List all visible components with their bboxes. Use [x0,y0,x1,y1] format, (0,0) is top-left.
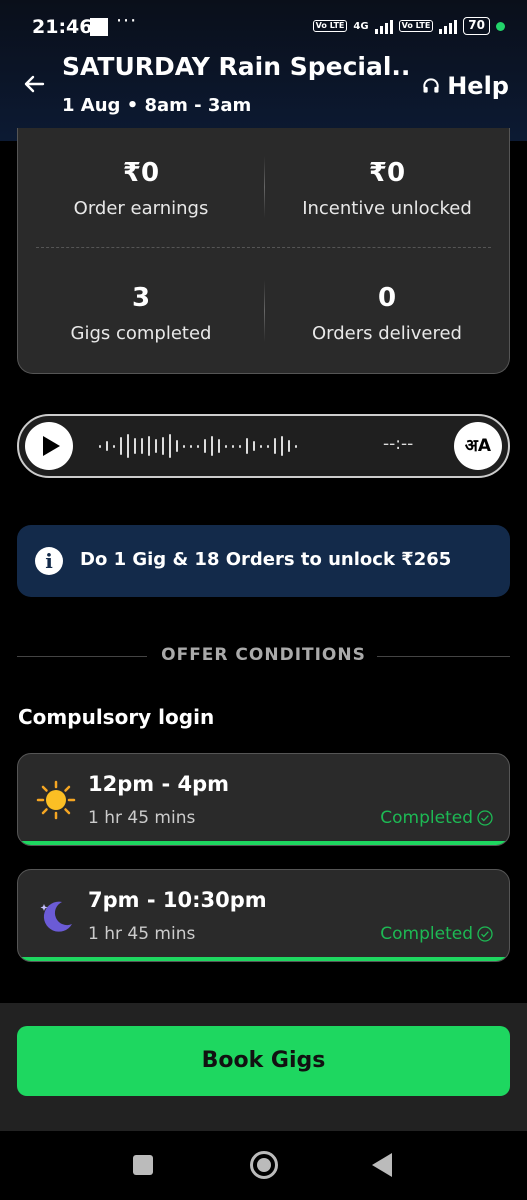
check-circle-icon [477,810,493,826]
language-toggle-button[interactable]: अA [454,422,502,470]
order-earnings-value: ₹0 [122,158,160,188]
info-icon: i [35,547,63,575]
audio-duration: --:-- [383,434,414,454]
app-header: 21:46 ··· Vo LTE 4G Vo LTE 70 SATURDAY R… [0,0,527,141]
order-earnings-label: Order earnings [73,198,209,219]
recents-icon[interactable] [133,1155,153,1175]
notification-icon [90,18,108,36]
home-icon[interactable] [250,1151,278,1179]
slot-duration: 1 hr 45 mins [88,808,196,828]
sun-icon [36,780,76,820]
vertical-divider-2 [264,280,265,342]
incentive-unlocked-label: Incentive unlocked [302,198,472,219]
slot-duration: 1 hr 45 mins [88,924,196,944]
moon-icon [40,901,72,932]
back-arrow-icon[interactable] [22,72,46,96]
stat-order-earnings: ₹0 Order earnings [18,158,264,219]
status-time: 21:46 [32,16,93,38]
system-nav-bar [0,1131,527,1200]
play-button[interactable] [25,422,73,470]
compulsory-login-title: Compulsory login [18,705,215,729]
incentive-unlocked-value: ₹0 [368,158,406,188]
stat-gigs-completed: 3 Gigs completed [18,283,264,344]
slot-status: Completed [380,808,493,828]
vertical-divider [264,156,265,218]
slot-progress-bar [18,957,509,961]
book-gigs-button[interactable]: Book Gigs [17,1026,510,1096]
login-slot-card[interactable]: 7pm - 10:30pm 1 hr 45 mins Completed [17,869,510,962]
orders-delivered-label: Orders delivered [312,323,462,344]
page-subtitle: 1 Aug • 8am - 3am [62,95,252,116]
volte-icon-2: Vo LTE [398,20,434,32]
signal-icon-2 [439,18,458,34]
more-notifications-icon: ··· [116,10,138,32]
stat-orders-delivered: 0 Orders delivered [264,283,510,344]
page-title: SATURDAY Rain Special... [62,52,412,81]
help-label: Help [447,72,509,100]
slot-time: 7pm - 10:30pm [88,888,267,912]
headset-icon [423,78,439,93]
login-slot-card[interactable]: 12pm - 4pm 1 hr 45 mins Completed [17,753,510,846]
signal-icon [374,18,393,34]
check-circle-icon [477,926,493,942]
stat-incentive-unlocked: ₹0 Incentive unlocked [264,158,510,219]
bottom-action-bar: Book Gigs [0,1003,527,1131]
slot-status: Completed [380,924,493,944]
audio-player: --:-- अA [17,414,510,478]
back-icon[interactable] [372,1153,392,1177]
incentive-info-text: Do 1 Gig & 18 Orders to unlock ₹265 [80,549,452,570]
slot-status-label: Completed [380,808,473,828]
gigs-completed-value: 3 [131,283,151,313]
gigs-completed-label: Gigs completed [70,323,212,344]
battery-icon: 70 [463,17,490,35]
slot-progress-bar [18,841,509,845]
slot-status-label: Completed [380,924,473,944]
audio-waveform[interactable] [99,432,297,460]
network-type: 4G [353,20,369,32]
status-bar: 21:46 ··· Vo LTE 4G Vo LTE 70 [0,0,527,52]
orders-delivered-value: 0 [377,283,397,313]
slot-time: 12pm - 4pm [88,772,230,796]
earnings-stats-card: ₹0 Order earnings ₹0 Incentive unlocked … [17,128,510,374]
incentive-info-banner: i Do 1 Gig & 18 Orders to unlock ₹265 [17,525,510,597]
dashed-divider [36,247,491,248]
volte-icon: Vo LTE [312,20,348,32]
privacy-indicator-icon [496,21,505,31]
offer-conditions-divider: OFFER CONDITIONS [17,645,510,667]
help-button[interactable]: Help [421,72,509,100]
status-icons: Vo LTE 4G Vo LTE 70 [312,17,505,35]
divider-line-right [377,656,510,657]
offer-conditions-heading: OFFER CONDITIONS [161,645,366,665]
